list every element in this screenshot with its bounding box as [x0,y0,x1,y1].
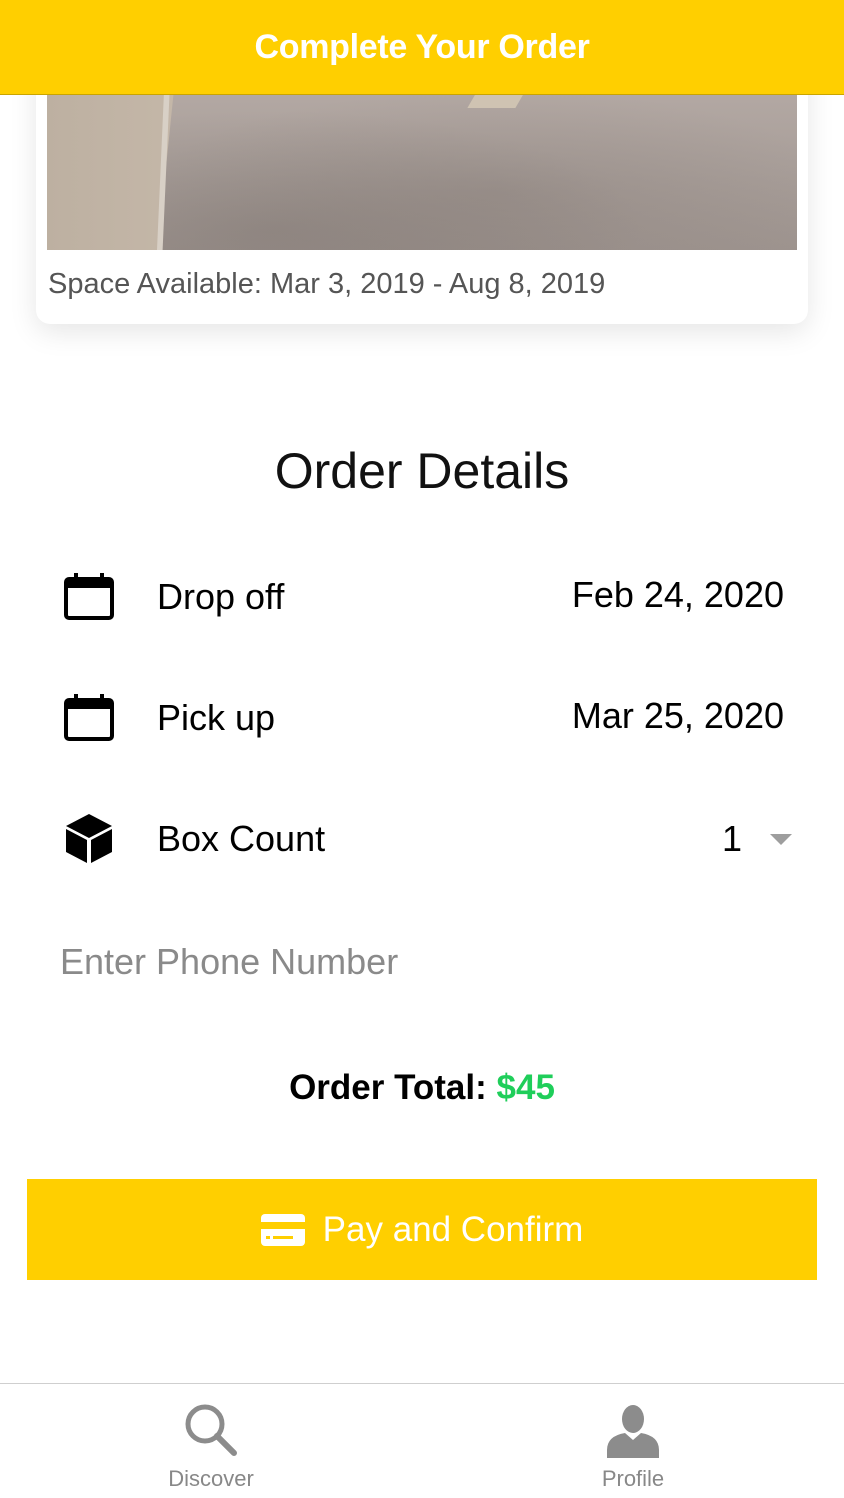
tab-discover[interactable]: Discover [0,1384,422,1498]
order-total: Order Total: $45 [0,1068,844,1108]
chevron-down-icon[interactable] [770,834,792,845]
drop-off-date[interactable]: Feb 24, 2020 [572,574,784,616]
bottom-tab-bar: Discover Profile [0,1383,844,1498]
box-icon [66,814,112,863]
credit-card-icon [260,1213,305,1246]
order-details-title: Order Details [274,443,570,499]
space-availability: Space Available: Mar 3, 2019 - Aug 8, 20… [48,268,606,300]
tab-profile[interactable]: Profile [422,1384,844,1498]
tab-discover-label: Discover [168,1466,254,1491]
pick-up-label: Pick up [157,697,276,738]
drop-off-label: Drop off [157,576,285,617]
pay-button-label: Pay and Confirm [322,1209,584,1249]
drop-off-row[interactable]: Drop off Feb 24, 2020 [0,562,844,632]
pick-up-row[interactable]: Pick up Mar 25, 2020 [0,683,844,753]
page-title: Complete Your Order [254,27,590,66]
person-icon [607,1405,659,1458]
order-total-amount: $45 [496,1068,555,1107]
calendar-icon [64,573,114,620]
pick-up-date[interactable]: Mar 25, 2020 [572,695,784,737]
order-total-label: Order Total: [289,1068,487,1107]
box-count-row: Box Count 1 [0,804,844,874]
app-header: Complete Your Order [0,0,844,95]
box-count-select[interactable]: 1 [722,818,742,860]
pay-and-confirm-button[interactable]: Pay and Confirm [27,1179,817,1280]
space-card: Space Available: Mar 3, 2019 - Aug 8, 20… [36,60,808,324]
box-count-label: Box Count [157,818,326,859]
phone-number-input[interactable] [56,932,796,992]
search-icon [185,1404,237,1456]
calendar-icon [64,694,114,741]
tab-profile-label: Profile [601,1466,665,1491]
